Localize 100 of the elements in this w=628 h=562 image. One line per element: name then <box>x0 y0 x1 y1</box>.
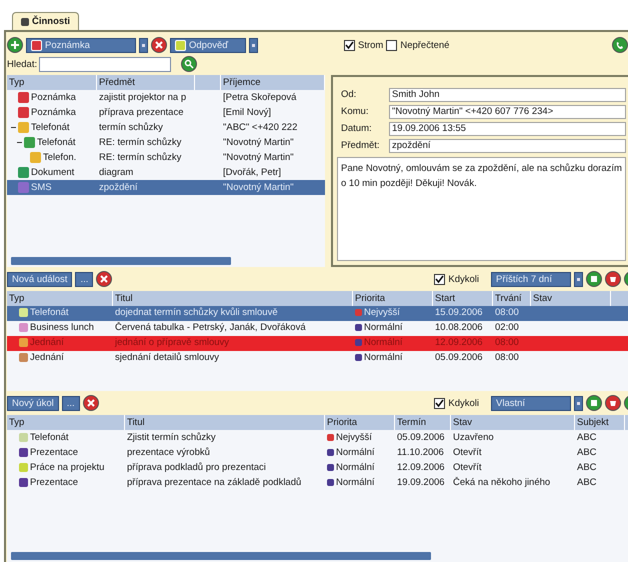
table-cell: Normální <box>336 477 375 488</box>
column-header[interactable]: Priorita <box>325 415 395 430</box>
table-cell: Nejvyšší <box>364 307 400 318</box>
input-field[interactable]: "Novotný Martin" <+420 607 776 234> <box>389 104 626 118</box>
message-row[interactable]: Dokument diagram [Dvořák, Petr] <box>7 165 325 180</box>
search-button[interactable] <box>181 56 198 72</box>
table-cell-text: zpoždění <box>98 182 139 193</box>
message-row[interactable]: SMS zpoždění "Novotný Martin" <box>7 180 325 195</box>
column-header[interactable]: Termín <box>395 415 451 430</box>
input-field[interactable]: 19.09.2006 13:55 <box>389 122 626 136</box>
table-cell-text: RE: termín schůzky <box>98 152 182 163</box>
cancel-button[interactable] <box>605 271 621 287</box>
scrollbar[interactable] <box>11 257 231 265</box>
checkbox[interactable] <box>344 40 355 50</box>
table-cell-text: diagram <box>98 167 134 178</box>
table-cell-text: [Dvořák, Petr] <box>222 167 282 178</box>
task-row[interactable]: Prezentace prezentace výrobků Normální 11.10.2006 Otevřít ABC <box>7 445 628 460</box>
search-label: Hledat: <box>7 58 38 70</box>
table-cell: Business lunch <box>30 322 94 333</box>
table-cell-text: Otevřít <box>452 462 483 473</box>
table-cell: SMS <box>31 182 52 193</box>
table-cell-text: Otevřít <box>452 447 483 458</box>
table-cell-text: 11.10.2006 <box>396 447 445 458</box>
table-cell: Telefonát <box>31 122 70 133</box>
close-icon <box>99 274 110 284</box>
cancel-button[interactable] <box>605 395 621 411</box>
message-row[interactable]: Poznámka zajistit projektor na p [Petra Skořepová <box>7 90 325 105</box>
basket-icon <box>608 398 618 408</box>
table-cell: Jednání <box>30 337 64 348</box>
new-button[interactable]: Nová událost <box>7 272 72 286</box>
range-dropdown[interactable]: Vlastní <box>491 396 571 410</box>
column-header[interactable]: Předmět <box>97 75 195 90</box>
input-field[interactable]: Smith John <box>389 88 626 102</box>
event-row[interactable]: Jednání sjednání detailů smlouvy Normální 05.09.2006 08:00 <box>7 351 628 366</box>
checkbox[interactable] <box>434 398 446 408</box>
tab[interactable]: Činnosti <box>12 12 79 30</box>
column-header[interactable]: Příjemce <box>221 75 325 90</box>
column-header[interactable]: Subjekt <box>575 415 625 430</box>
event-row[interactable]: Telefonát dojednat termín schůzky kvůli smlouvě Nejvyšší 15.09.2006 08:00 <box>7 306 628 321</box>
delete-button[interactable] <box>151 37 167 53</box>
call-button[interactable] <box>612 37 628 53</box>
column-header[interactable]: Typ <box>7 75 97 90</box>
message-body[interactable]: Pane Novotný, omlouvám se za zpoždění, ale na schůzku dorazím o 10 min později! Děkuji! Novák. <box>337 157 626 261</box>
reply-dropdown[interactable]: Odpověď <box>170 38 246 52</box>
more-button[interactable]: ... <box>62 396 80 410</box>
table-cell-text: 19.09.2006 <box>396 477 446 488</box>
checkbox-label: Strom <box>358 40 384 50</box>
column-header[interactable]: Titul <box>125 415 325 430</box>
phone-icon <box>615 40 625 50</box>
event-row[interactable]: Business lunch Červená tabulka - Petrský, Janák, Dvořáková Normální 10.08.2006 02:00 <box>7 321 628 336</box>
input-field[interactable]: zpoždění <box>389 138 626 152</box>
message-row[interactable]: Telefonát termín schůzky "ABC" <+420 222 <box>7 120 325 135</box>
task-row[interactable]: Telefonát Zjistit termín schůzky Nejvyšší 05.09.2006 Uzavřeno ABC <box>7 430 628 445</box>
table-cell: Práce na projektu <box>30 462 104 473</box>
field-label: Datum: <box>340 123 373 134</box>
scrollbar[interactable] <box>11 552 431 560</box>
table-cell: Dokument <box>31 167 74 178</box>
table-cell-text: zajistit projektor na p <box>98 92 188 103</box>
table-cell-text: 10.08.2006 <box>434 322 484 333</box>
checkbox[interactable] <box>434 274 446 284</box>
table-cell-text: ABC <box>576 462 598 473</box>
type-dropdown[interactable]: Poznámka <box>26 38 136 52</box>
print-button[interactable] <box>586 395 602 411</box>
search-field[interactable] <box>39 56 172 72</box>
table-cell-text: RE: termín schůzky <box>98 137 182 148</box>
table-cell: Normální <box>336 447 375 458</box>
column-header[interactable]: Stav <box>451 415 575 430</box>
table-cell: Telefon. <box>43 152 76 163</box>
table-cell-text: 02:00 <box>494 322 520 333</box>
table-cell: Normální <box>364 337 403 348</box>
task-row[interactable]: Práce na projektu příprava podkladů pro prezentaci Normální 12.09.2006 Otevřít ABC <box>7 460 628 475</box>
table-cell-text: jednání o přípravě smlouvy <box>114 337 230 348</box>
table-cell-text: 12.09.2006 <box>434 337 484 348</box>
checkbox-label: Kdykoli <box>448 398 479 408</box>
checkbox-label: Nepřečtené <box>400 40 450 50</box>
table-cell: Telefonát <box>30 432 69 443</box>
column-header[interactable]: Typ <box>7 415 125 430</box>
checkbox[interactable] <box>386 40 398 50</box>
table-cell: Telefonát <box>37 137 76 148</box>
close-icon <box>154 40 164 50</box>
task-row[interactable]: Prezentace příprava prezentace na základě podkladů Normální 19.09.2006 Čeká na někoho jiného ABC <box>7 475 628 490</box>
table-cell-text: "ABC" <+420 222 <box>222 122 298 133</box>
message-row[interactable]: Telefon. RE: termín schůzky "Novotný Martin" <box>7 150 325 165</box>
print-button[interactable] <box>586 271 602 287</box>
new-button[interactable]: Nový úkol <box>7 396 59 410</box>
delete-button[interactable] <box>82 395 99 411</box>
table-cell-text: "Novotný Martin" <box>222 152 295 163</box>
add-button[interactable] <box>7 37 23 53</box>
table-cell-text: sjednání detailů smlouvy <box>114 352 220 363</box>
table-cell: Poznámka <box>31 92 76 103</box>
range-dropdown[interactable]: Příštích 7 dní <box>491 272 571 286</box>
table-cell: Prezentace <box>30 477 78 488</box>
delete-button[interactable] <box>96 271 112 287</box>
message-row[interactable]: Telefonát RE: termín schůzky "Novotný Martin" <box>7 135 325 150</box>
table-cell: Prezentace <box>30 447 78 458</box>
table-cell-text: příprava prezentace na základě podkladů <box>126 477 302 488</box>
field-label: Předmět: <box>340 140 381 151</box>
message-row[interactable]: Poznámka příprava prezentace [Emil Nový] <box>7 105 325 120</box>
table-cell-text: dojednat termín schůzky kvůli smlouvě <box>114 307 279 318</box>
more-button[interactable]: ... <box>75 272 94 286</box>
